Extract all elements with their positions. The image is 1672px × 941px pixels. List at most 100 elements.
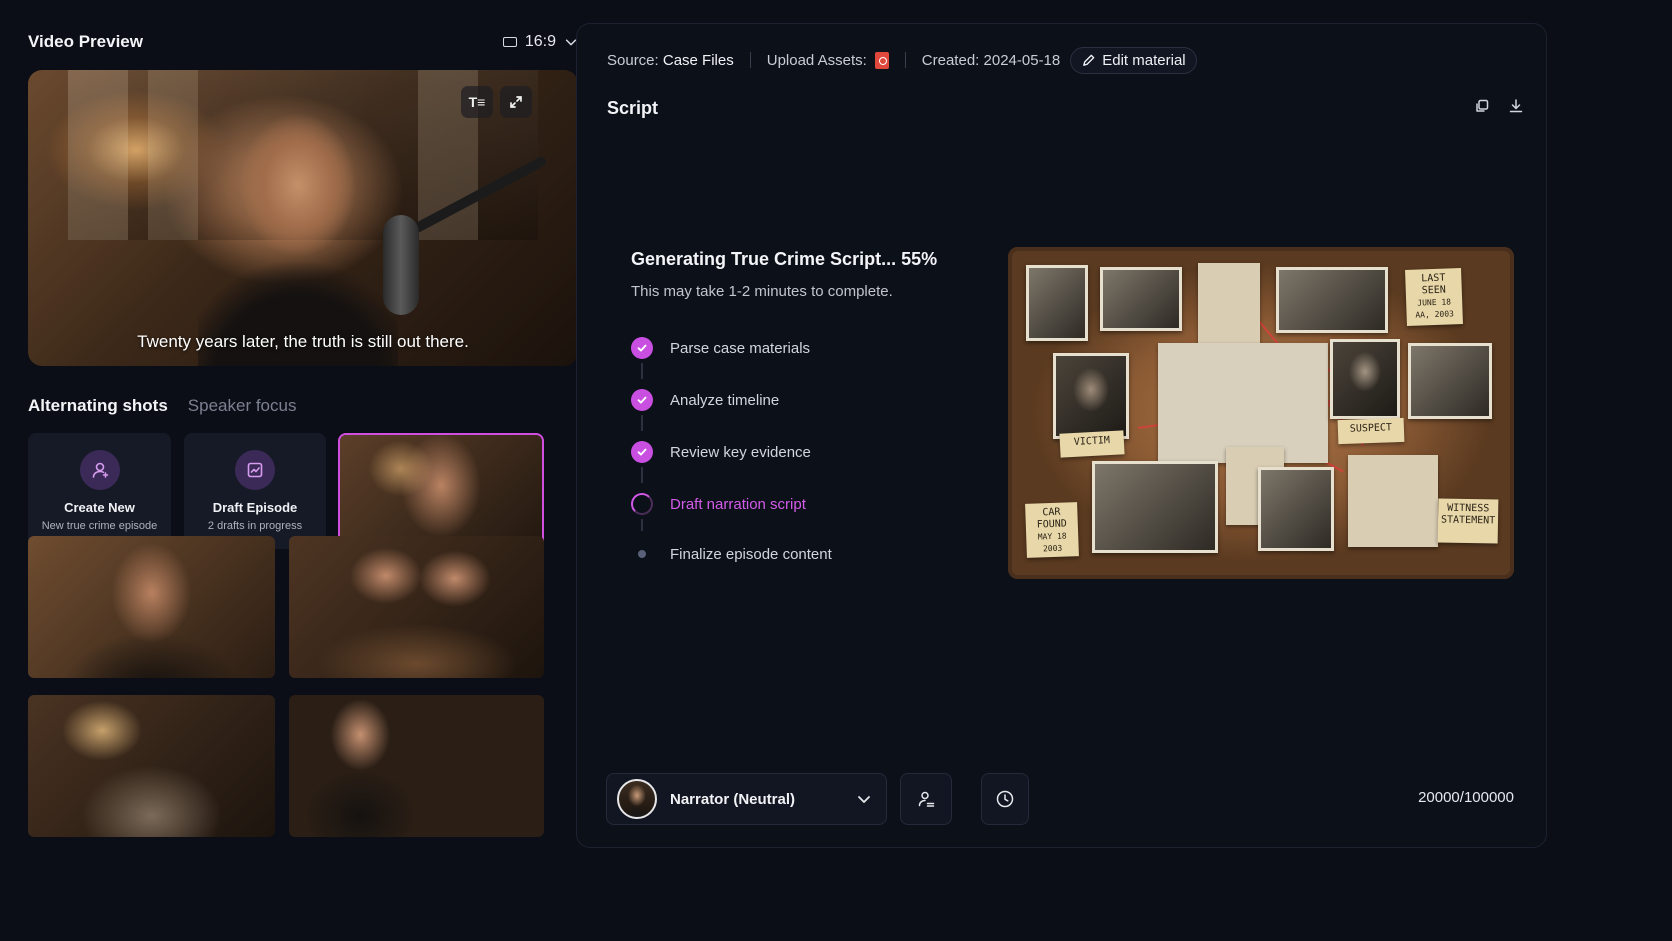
board-photo	[1100, 267, 1182, 331]
user-add-icon-badge	[79, 450, 120, 490]
note-suspect: SUSPECT	[1337, 417, 1405, 445]
step-label: Draft narration script	[670, 495, 806, 513]
note-text: WITNESS STATEMENT	[1440, 502, 1496, 527]
text-style-button[interactable]: T≡	[461, 86, 493, 118]
note-text: VICTIM	[1073, 435, 1111, 448]
step-connector	[641, 519, 643, 531]
step-connector	[641, 467, 643, 483]
source-label: Source:	[607, 51, 659, 69]
person-settings-icon	[918, 791, 935, 807]
spinner-icon	[631, 493, 653, 515]
shot-thumbnail-woman-library[interactable]	[289, 695, 544, 837]
microphone	[383, 215, 419, 315]
voice-name: Narrator (Neutral)	[670, 790, 796, 808]
selected-shot-thumbnail[interactable]	[338, 433, 544, 549]
preview-header: Video Preview 16:9	[28, 28, 578, 56]
step-label: Parse case materials	[670, 339, 811, 357]
board-document	[1198, 263, 1260, 345]
draft-icon-badge	[235, 450, 275, 490]
shot-cards-row: Create New New true crime episode Draft …	[28, 433, 578, 549]
generation-status-title: Generating True Crime Script... 55%	[631, 249, 938, 269]
draft-episode-card[interactable]: Draft Episode 2 drafts in progress	[184, 433, 326, 549]
note-car-found: CAR FOUND MAY 18 2003	[1025, 502, 1079, 558]
board-photo	[1276, 267, 1388, 333]
step-status	[631, 337, 653, 359]
step-review: Review key evidence	[631, 441, 891, 463]
create-new-title: Create New	[64, 500, 135, 515]
upload-label: Upload Assets:	[766, 51, 867, 69]
note-text: JUNE 18 AA, 2003	[1415, 297, 1455, 320]
aspect-ratio-select[interactable]: 16:9	[502, 33, 578, 51]
note-witness: WITNESS STATEMENT	[1437, 498, 1499, 544]
chevron-down-icon	[858, 796, 870, 803]
draft-episode-title: Draft Episode	[212, 500, 298, 515]
user-add-icon	[92, 462, 108, 478]
board-photo	[1258, 467, 1334, 551]
note-text: CAR FOUND	[1036, 506, 1068, 531]
material-meta-bar: Source: Case Files Upload Assets: Create…	[607, 46, 1197, 74]
voice-select[interactable]: Narrator (Neutral)	[606, 773, 887, 825]
video-preview-panel: Video Preview 16:9 T≡ Twenty years later…	[28, 28, 578, 837]
draft-episode-subtitle: 2 drafts in progress	[207, 520, 303, 532]
step-label: Finalize episode content	[670, 545, 832, 563]
step-status	[631, 389, 653, 411]
tab-alternating-shots[interactable]: Alternating shots	[28, 396, 168, 416]
shot-thumbnail-woman-desk[interactable]	[28, 536, 275, 678]
script-title: Script	[607, 98, 659, 118]
pdf-file-icon[interactable]	[874, 51, 889, 69]
script-actions	[1474, 98, 1524, 114]
create-new-card[interactable]: Create New New true crime episode	[28, 433, 171, 549]
created-value: 2024-05-18	[983, 51, 1061, 69]
fullscreen-button[interactable]	[500, 86, 532, 118]
board-map	[1158, 343, 1328, 463]
board-photo-victim	[1053, 353, 1129, 439]
draft-icon	[247, 462, 263, 478]
step-label: Analyze timeline	[670, 391, 780, 409]
tab-speaker-focus[interactable]: Speaker focus	[188, 396, 297, 416]
step-draft: Draft narration script	[631, 493, 891, 515]
download-icon[interactable]	[1508, 98, 1524, 114]
copy-icon[interactable]	[1474, 98, 1490, 114]
step-connector	[641, 363, 643, 379]
divider	[749, 52, 751, 68]
narrator-avatar	[617, 779, 657, 819]
clock-icon	[996, 790, 1014, 808]
narration-controls: Narrator (Neutral) 20000/100000	[606, 773, 1521, 825]
created-label: Created:	[921, 51, 980, 69]
step-status	[631, 493, 653, 515]
edit-material-label: Edit material	[1102, 51, 1186, 69]
pending-dot-icon	[638, 550, 646, 558]
step-connector	[641, 415, 643, 431]
board-photo	[1026, 265, 1088, 341]
note-victim: VICTIM	[1059, 430, 1125, 458]
pencil-icon	[1083, 54, 1095, 66]
shot-style-tabs: Alternating shots Speaker focus	[28, 396, 296, 416]
aspect-frame-icon	[502, 37, 517, 47]
generation-status-subtitle: This may take 1-2 minutes to complete.	[631, 283, 893, 300]
edit-material-button[interactable]: Edit material	[1070, 46, 1197, 74]
step-parse: Parse case materials	[631, 337, 891, 359]
character-counter: 20000/100000	[1418, 789, 1514, 806]
board-document	[1348, 455, 1438, 547]
history-button[interactable]	[981, 773, 1029, 825]
text-style-icon: T≡	[468, 94, 486, 110]
shot-thumbnail-reading[interactable]	[28, 695, 275, 837]
voice-settings-button[interactable]	[900, 773, 952, 825]
note-text: MAY 18 2003	[1037, 531, 1067, 554]
create-new-subtitle: New true crime episode	[41, 520, 158, 532]
video-player[interactable]: T≡ Twenty years later, the truth is stil…	[28, 70, 578, 366]
host-shot-image	[340, 435, 542, 547]
note-last-seen: LAST SEEN JUNE 18 AA, 2003	[1405, 268, 1463, 326]
step-status	[631, 543, 653, 565]
step-finalize: Finalize episode content	[631, 543, 891, 565]
check-icon	[631, 441, 653, 463]
preview-title: Video Preview	[28, 32, 143, 51]
step-label: Review key evidence	[670, 443, 811, 461]
shot-thumbnail-interview[interactable]	[289, 536, 544, 678]
check-icon	[631, 389, 653, 411]
note-text: LAST SEEN	[1421, 272, 1447, 297]
board-photo-car	[1092, 461, 1218, 553]
expand-icon	[510, 96, 522, 108]
step-analyze: Analyze timeline	[631, 389, 891, 411]
divider	[904, 52, 906, 68]
